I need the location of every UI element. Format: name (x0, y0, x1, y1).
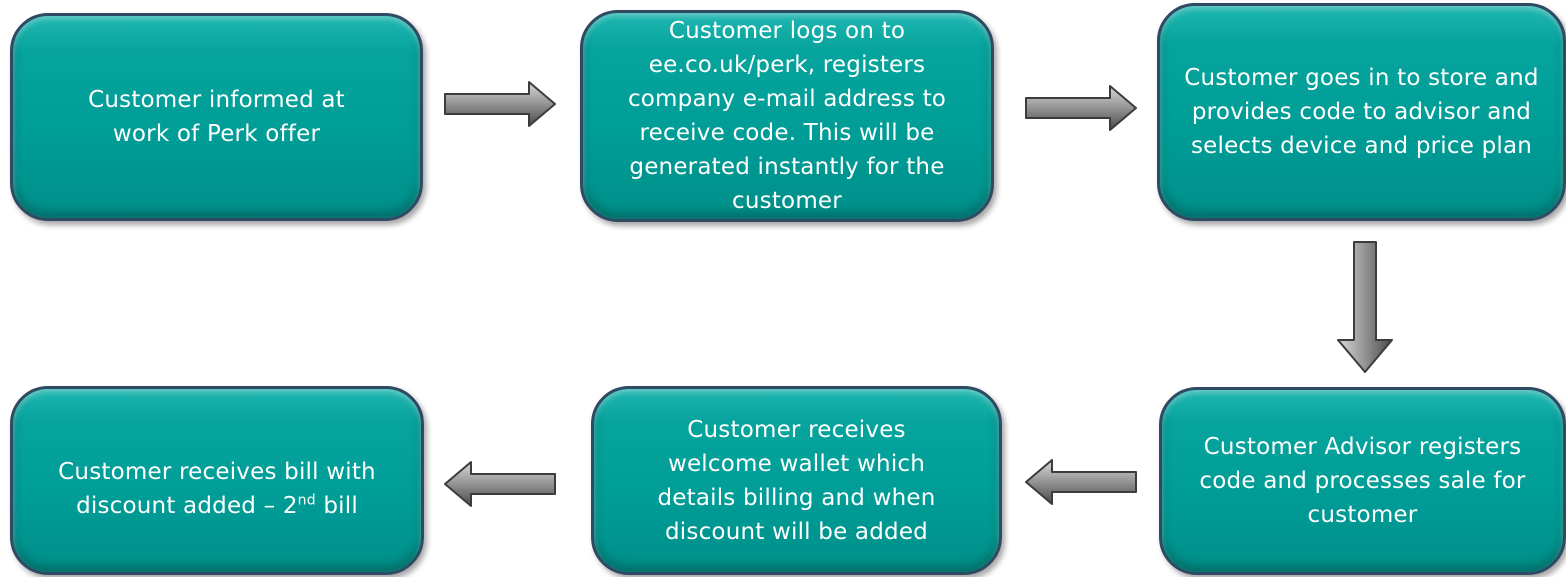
step-text-goes-to-store: Customer goes in to store and provides c… (1184, 65, 1539, 159)
arrow-down-icon (1337, 241, 1393, 373)
step-text-bill-discount: Customer receives bill with discount add… (27, 455, 407, 523)
step-box-goes-to-store: Customer goes in to store and provides c… (1157, 3, 1566, 221)
arrow-right-icon (1025, 85, 1137, 131)
step-text-advisor-registers: Customer Advisor registers code and proc… (1199, 434, 1526, 528)
step-box-bill-discount: Customer receives bill with discount add… (10, 386, 424, 575)
arrow-right-icon (444, 81, 556, 127)
step-box-informed: Customer informed at work of Perk offer (10, 13, 423, 221)
step-box-advisor-registers: Customer Advisor registers code and proc… (1159, 387, 1566, 575)
step-box-welcome-wallet: Customer receives welcome wallet which d… (591, 386, 1002, 575)
step-box-logs-on: Customer logs on to ee.co.uk/perk, regis… (580, 10, 994, 222)
arrow-left-icon (1025, 459, 1137, 505)
step-text-informed: Customer informed at work of Perk offer (88, 87, 345, 147)
arrow-left-icon (444, 461, 556, 507)
step-text-welcome-wallet: Customer receives welcome wallet which d… (657, 416, 936, 545)
step-text-bill-discount-sup: nd (297, 492, 316, 509)
step-text-bill-discount-end: bill (315, 493, 358, 519)
step-text-logs-on: Customer logs on to ee.co.uk/perk, regis… (627, 18, 947, 214)
